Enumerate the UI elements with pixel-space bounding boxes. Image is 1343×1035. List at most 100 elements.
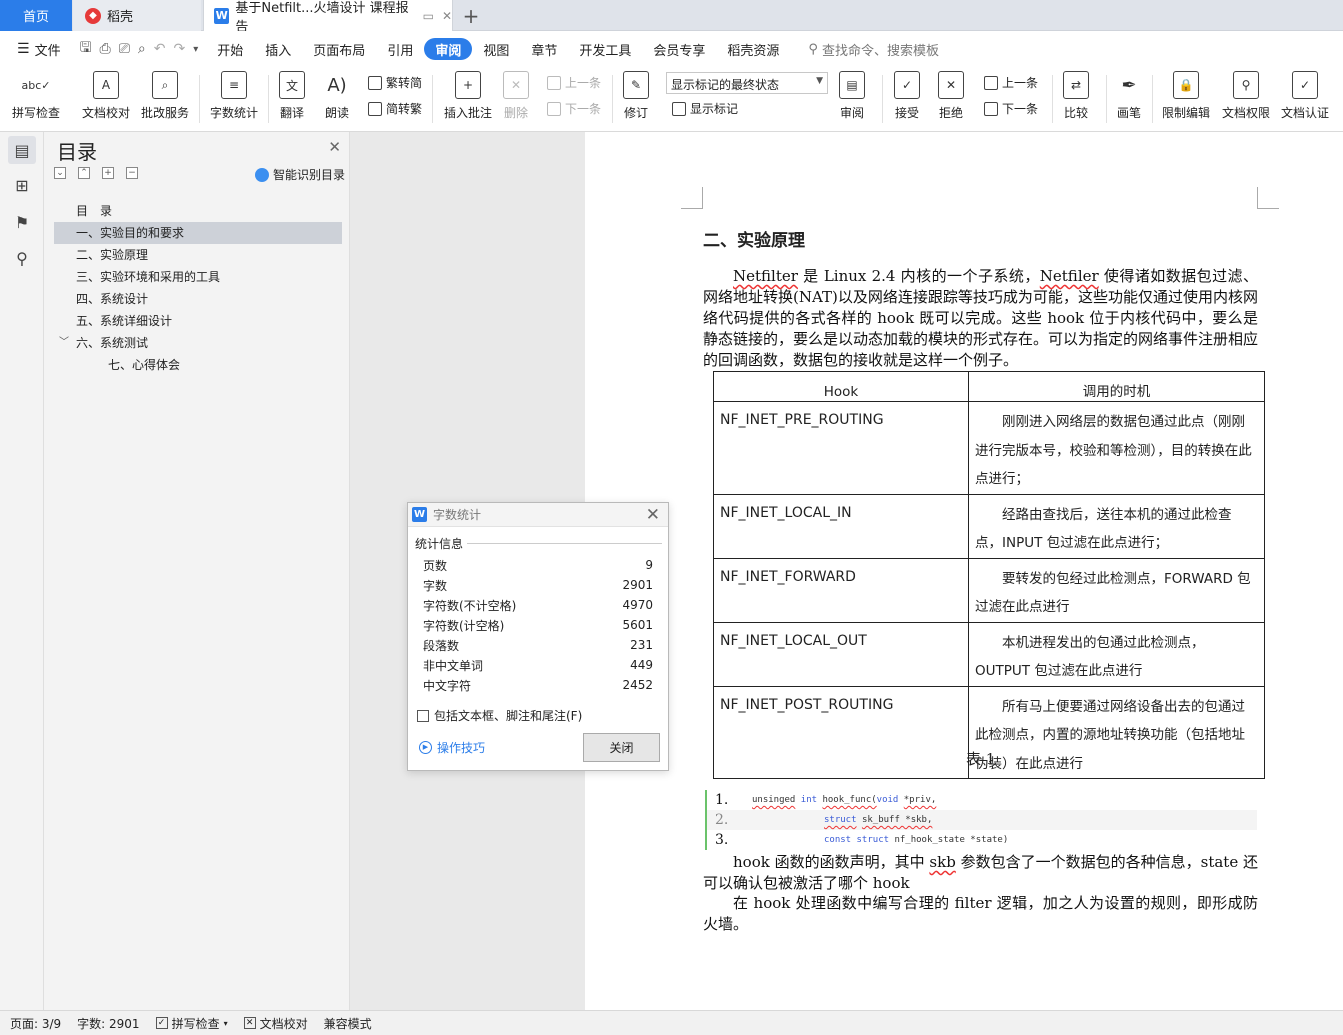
- hook-table: Hook 调用的时机 NF_INET_PRE_ROUTING 刚刚进入网络层的数…: [713, 371, 1265, 779]
- menu-developer[interactable]: 开发工具: [568, 38, 642, 60]
- show-markup-button[interactable]: 显示标记: [672, 100, 738, 117]
- toc-item[interactable]: 五、系统详细设计: [54, 310, 342, 332]
- collapse-all-icon[interactable]: ⌄: [54, 167, 66, 179]
- new-tab-button[interactable]: +: [455, 0, 487, 31]
- compare-button[interactable]: ⇄ 比较: [1063, 71, 1089, 121]
- toc-panel-icon[interactable]: ▤: [8, 136, 36, 164]
- save-icon[interactable]: 🖫: [80, 37, 92, 61]
- command-search[interactable]: ⚲ 查找命令、搜索模板: [808, 40, 939, 59]
- search-icon[interactable]: ⚲: [8, 244, 36, 272]
- revise-button[interactable]: ✎ 修订: [623, 71, 649, 121]
- close-icon[interactable]: ✕: [328, 138, 341, 156]
- ribbon-divider: [268, 75, 269, 123]
- page-indicator[interactable]: 页面: 3/9: [10, 1015, 61, 1032]
- correction-button[interactable]: ⌕ 批改服务: [141, 71, 189, 121]
- dialog-titlebar[interactable]: W 字数统计: [408, 503, 668, 527]
- paragraph-text: 是 Linux 2.4 内核的一个子系统，: [797, 267, 1040, 285]
- prev-comment-button[interactable]: 上一条: [547, 74, 601, 91]
- menu-member[interactable]: 会员专享: [642, 38, 716, 60]
- redo-icon[interactable]: ↷: [174, 41, 186, 57]
- menu-start[interactable]: 开始: [206, 38, 254, 60]
- word-count-indicator[interactable]: 字数: 2901: [77, 1015, 139, 1032]
- toc-item-expandable[interactable]: ﹀ 六、系统测试: [54, 332, 342, 354]
- menu-layout[interactable]: 页面布局: [302, 38, 376, 60]
- menu-insert[interactable]: 插入: [254, 38, 302, 60]
- check-icon: ✓: [155, 1017, 168, 1029]
- chevron-down-icon[interactable]: ﹀: [59, 332, 69, 354]
- stat-value: 449: [630, 658, 653, 672]
- restrict-edit-button[interactable]: 🔒 限制编辑: [1162, 71, 1210, 121]
- include-checkbox[interactable]: [417, 709, 429, 722]
- insert-comment-button[interactable]: + 插入批注: [444, 71, 492, 121]
- toc-item[interactable]: 七、心得体会: [54, 354, 342, 376]
- menu-review[interactable]: 审阅: [424, 38, 473, 60]
- code-text: const struct nf_hook_state *state): [824, 830, 1008, 850]
- close-icon[interactable]: ✕: [646, 505, 660, 525]
- compat-mode: 兼容模式: [323, 1016, 372, 1031]
- tab-docer[interactable]: ◆ 稻壳: [73, 0, 201, 31]
- expand-all-icon[interactable]: ⌃: [78, 167, 90, 179]
- doc-cert-button[interactable]: ✓ 文档认证: [1281, 71, 1329, 121]
- to-traditional-button[interactable]: 繁转简: [368, 74, 422, 91]
- include-textbox-option[interactable]: 包括文本框、脚注和尾注(F): [417, 707, 582, 724]
- smart-toc-button[interactable]: 智能识别目录: [254, 166, 345, 183]
- wordcount-button[interactable]: ≡ 字数统计: [210, 71, 258, 121]
- navigation-icon[interactable]: ⊞: [8, 171, 36, 199]
- menu-section[interactable]: 章节: [520, 38, 568, 60]
- tips-link[interactable]: ▶ 操作技巧: [419, 739, 485, 756]
- tab-document[interactable]: W 基于Netfilt...火墙设计 课程报告 ▭ ✕: [203, 0, 453, 35]
- toc-item[interactable]: 四、系统设计: [54, 288, 342, 310]
- hook-cell: NF_INET_PRE_ROUTING: [713, 401, 969, 495]
- prev-change-button[interactable]: 上一条: [984, 74, 1038, 91]
- review-pane-button[interactable]: ▤ 审阅: [839, 71, 865, 121]
- next-change-button[interactable]: 下一条: [984, 100, 1038, 117]
- display-state-select[interactable]: 显示标记的最终状态 ▼: [666, 72, 828, 94]
- customize-icon[interactable]: ▾: [193, 44, 198, 55]
- translate-button[interactable]: 文翻译: [279, 71, 305, 121]
- document-page[interactable]: 二、实验原理 Netfilter 是 Linux 2.4 内核的一个子系统，Ne…: [585, 132, 1343, 1010]
- stats-section-title: 统计信息: [415, 535, 662, 552]
- remove-level-icon[interactable]: −: [126, 167, 138, 179]
- bookmark-icon[interactable]: ⚑: [8, 208, 36, 236]
- toc-item[interactable]: 一、实验目的和要求: [54, 222, 342, 244]
- menu-docer-resources[interactable]: 稻壳资源: [716, 38, 790, 60]
- crop-mark: [681, 187, 703, 209]
- file-menu[interactable]: ☰ 文件: [6, 38, 72, 60]
- proofread-status-label: 文档校对: [259, 1016, 308, 1031]
- toc-item[interactable]: 目 录: [54, 200, 342, 222]
- toc-item[interactable]: 三、实验环境和采用的工具: [54, 266, 342, 288]
- spellcheck-button[interactable]: abc✓ 拼写检查: [12, 71, 60, 121]
- table-header: 调用的时机: [968, 371, 1265, 402]
- reject-button[interactable]: ✕ 拒绝: [938, 71, 964, 121]
- show-markup-label: 显示标记: [690, 102, 739, 116]
- undo-icon[interactable]: ↶: [154, 41, 166, 57]
- close-button[interactable]: 关闭: [583, 733, 660, 762]
- export-icon[interactable]: ⎙: [100, 41, 111, 57]
- add-level-icon[interactable]: +: [102, 167, 114, 179]
- tab-pin-icon[interactable]: ▭: [423, 9, 434, 23]
- to-simplified-button[interactable]: 简转繁: [368, 100, 422, 117]
- doc-permission-button[interactable]: ⚲ 文档权限: [1222, 71, 1270, 121]
- print-preview-icon[interactable]: ⌕: [138, 41, 146, 57]
- menu-view[interactable]: 视图: [472, 38, 520, 60]
- menu-reference[interactable]: 引用: [376, 38, 424, 60]
- doccheck-button[interactable]: A 文档校对: [82, 71, 130, 121]
- tab-close-icon[interactable]: ✕: [442, 9, 452, 23]
- stat-label: 页数: [423, 558, 448, 573]
- misspelled-word: skb: [929, 853, 956, 871]
- table-caption: 表 1: [966, 750, 996, 768]
- plus-icon: +: [462, 3, 480, 28]
- accept-button[interactable]: ✓ 接受: [894, 71, 920, 121]
- toc-item[interactable]: 二、实验原理: [54, 244, 342, 266]
- proofread-status[interactable]: ✕ 文档校对: [243, 1015, 308, 1032]
- tab-home[interactable]: 首页: [0, 0, 72, 31]
- stat-label: 字符数(计空格): [423, 618, 505, 633]
- spellcheck-status[interactable]: ✓ 拼写检查 ▾: [155, 1015, 228, 1032]
- readaloud-button[interactable]: A) 朗读: [324, 71, 350, 121]
- paragraph: Netfilter 是 Linux 2.4 内核的一个子系统，Netfiler …: [703, 266, 1258, 371]
- next-comment-button[interactable]: 下一条: [547, 100, 601, 117]
- delete-comment-button[interactable]: ✕ 删除: [503, 71, 529, 121]
- print-icon[interactable]: ⎚: [119, 41, 130, 57]
- pen-button[interactable]: ✒ 画笔: [1116, 71, 1142, 121]
- misspelled-word: Netfilter: [733, 267, 798, 285]
